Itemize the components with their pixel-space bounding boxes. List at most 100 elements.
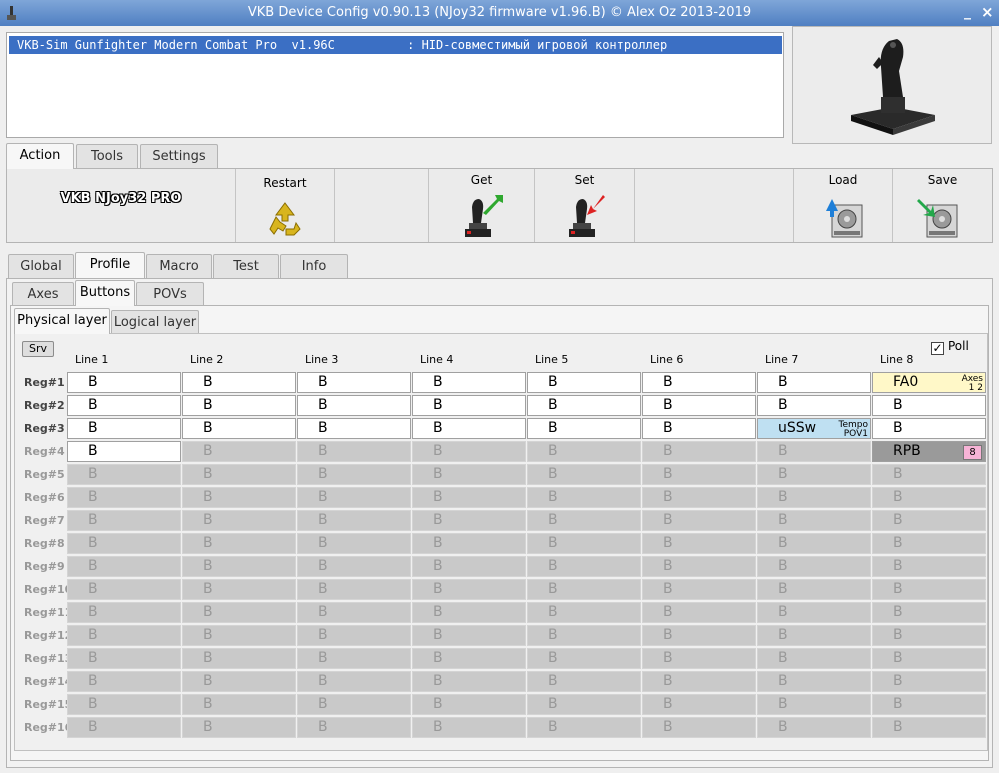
button-cell[interactable]: B — [297, 441, 411, 462]
button-cell[interactable]: B — [412, 671, 526, 692]
button-cell[interactable]: B — [527, 671, 641, 692]
get-button[interactable]: Get — [429, 169, 535, 242]
button-cell[interactable]: B — [182, 694, 296, 715]
button-cell[interactable]: B — [642, 372, 756, 393]
button-cell[interactable]: B — [297, 510, 411, 531]
button-cell[interactable]: B — [67, 602, 181, 623]
button-cell[interactable]: B — [757, 671, 871, 692]
button-cell[interactable]: B — [872, 602, 986, 623]
button-cell[interactable]: B — [67, 395, 181, 416]
button-cell[interactable]: B — [642, 694, 756, 715]
button-cell[interactable]: B — [527, 717, 641, 738]
button-cell[interactable]: B — [757, 533, 871, 554]
save-button[interactable]: Save — [893, 169, 992, 242]
button-cell[interactable]: B — [757, 464, 871, 485]
minimize-button[interactable]: _ — [964, 4, 971, 20]
button-cell[interactable]: B — [297, 533, 411, 554]
load-button[interactable]: Load — [794, 169, 893, 242]
button-cell[interactable]: B — [757, 694, 871, 715]
button-cell[interactable]: B — [412, 487, 526, 508]
button-cell[interactable]: B — [872, 395, 986, 416]
button-cell[interactable]: B — [297, 395, 411, 416]
button-cell[interactable]: B — [642, 464, 756, 485]
button-cell[interactable]: RPB 8 — [872, 441, 986, 462]
tab-physical-layer[interactable]: Physical layer — [14, 308, 110, 334]
button-cell[interactable]: B — [757, 395, 871, 416]
button-cell[interactable]: B — [412, 510, 526, 531]
set-button[interactable]: Set — [535, 169, 635, 242]
button-cell[interactable]: B — [297, 487, 411, 508]
button-cell[interactable]: B — [527, 533, 641, 554]
button-cell[interactable]: B — [872, 464, 986, 485]
button-cell[interactable]: B — [527, 372, 641, 393]
button-cell[interactable]: B — [297, 648, 411, 669]
button-cell[interactable]: B — [412, 579, 526, 600]
button-cell[interactable]: B — [757, 372, 871, 393]
button-cell[interactable]: B — [297, 556, 411, 577]
button-cell[interactable]: B — [297, 418, 411, 439]
button-cell[interactable]: B — [642, 510, 756, 531]
button-cell[interactable]: B — [412, 464, 526, 485]
button-cell[interactable]: B — [67, 418, 181, 439]
button-cell[interactable]: B — [527, 556, 641, 577]
button-cell[interactable]: B — [412, 533, 526, 554]
button-cell[interactable]: B — [67, 694, 181, 715]
button-cell[interactable]: B — [297, 694, 411, 715]
button-cell[interactable]: B — [527, 602, 641, 623]
button-cell[interactable]: B — [182, 464, 296, 485]
button-cell[interactable]: B — [182, 625, 296, 646]
button-cell[interactable]: B — [67, 625, 181, 646]
button-cell[interactable]: B — [297, 372, 411, 393]
button-cell[interactable]: B — [297, 717, 411, 738]
button-cell[interactable]: B — [527, 441, 641, 462]
button-cell[interactable]: B — [872, 510, 986, 531]
button-cell[interactable]: B — [757, 625, 871, 646]
button-cell[interactable]: B — [872, 418, 986, 439]
button-cell[interactable]: B — [412, 625, 526, 646]
tab-profile[interactable]: Profile — [75, 252, 145, 278]
button-cell[interactable]: B — [872, 625, 986, 646]
button-cell[interactable]: B — [67, 464, 181, 485]
srv-button[interactable]: Srv — [22, 341, 54, 357]
button-cell[interactable]: B — [182, 441, 296, 462]
button-cell[interactable]: B — [642, 671, 756, 692]
button-cell[interactable]: B — [642, 395, 756, 416]
button-cell[interactable]: B — [412, 602, 526, 623]
button-cell[interactable]: B — [67, 556, 181, 577]
tab-test[interactable]: Test — [213, 254, 279, 278]
button-cell[interactable]: B — [527, 625, 641, 646]
button-cell[interactable]: B — [642, 487, 756, 508]
button-cell[interactable]: B — [872, 694, 986, 715]
button-cell[interactable]: B — [182, 533, 296, 554]
button-cell[interactable]: B — [297, 625, 411, 646]
button-cell[interactable]: B — [182, 510, 296, 531]
button-cell[interactable]: B — [412, 648, 526, 669]
button-cell[interactable]: B — [527, 395, 641, 416]
tab-buttons[interactable]: Buttons — [75, 280, 135, 306]
button-cell[interactable]: B — [182, 372, 296, 393]
button-cell[interactable]: B — [757, 556, 871, 577]
button-cell[interactable]: B — [872, 487, 986, 508]
button-cell[interactable]: B — [412, 556, 526, 577]
button-cell[interactable]: B — [67, 533, 181, 554]
button-cell[interactable]: B — [527, 648, 641, 669]
button-cell[interactable]: B — [757, 487, 871, 508]
button-cell[interactable]: B — [872, 579, 986, 600]
button-cell[interactable]: B — [182, 418, 296, 439]
button-cell[interactable]: B — [297, 602, 411, 623]
button-cell[interactable]: B — [182, 717, 296, 738]
button-cell[interactable]: B — [757, 602, 871, 623]
tab-info[interactable]: Info — [280, 254, 348, 278]
button-cell[interactable]: B — [412, 395, 526, 416]
device-list-item-selected[interactable]: VKB-Sim Gunfighter Modern Combat Pro v1.… — [9, 36, 782, 54]
button-cell[interactable]: B — [872, 556, 986, 577]
tab-logical-layer[interactable]: Logical layer — [111, 310, 199, 334]
tab-axes[interactable]: Axes — [12, 282, 74, 306]
button-cell[interactable]: B — [297, 464, 411, 485]
button-cell[interactable]: B — [182, 602, 296, 623]
button-cell[interactable]: B — [412, 441, 526, 462]
button-cell[interactable]: B — [642, 418, 756, 439]
button-cell[interactable]: B — [527, 510, 641, 531]
restart-button[interactable]: Restart — [236, 169, 335, 242]
tab-povs[interactable]: POVs — [136, 282, 204, 306]
